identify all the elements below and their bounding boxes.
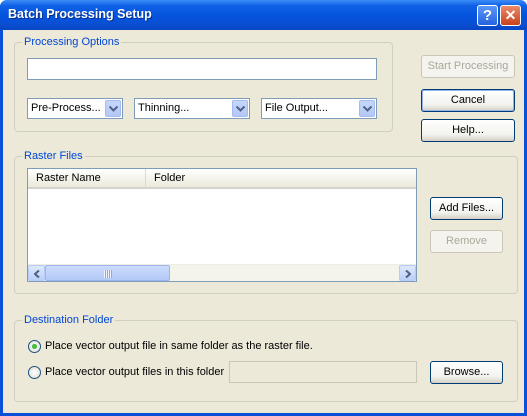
thinning-select[interactable]: Thinning... — [134, 98, 250, 119]
dialog-client: Processing Options Pre-Process... Thinni… — [3, 30, 524, 413]
chevron-down-icon[interactable] — [232, 100, 248, 117]
grip-icon — [103, 270, 112, 278]
column-header-raster-name[interactable]: Raster Name — [28, 169, 146, 187]
window-title: Batch Processing Setup — [8, 7, 152, 21]
thinning-select-value: Thinning... — [138, 102, 190, 114]
chevron-down-icon[interactable] — [359, 100, 375, 117]
radio-same-folder-label[interactable]: Place vector output file in same folder … — [45, 340, 313, 352]
pre-process-select-value: Pre-Process... — [31, 102, 101, 114]
cancel-button[interactable]: Cancel — [421, 89, 515, 112]
column-header-folder[interactable]: Folder — [146, 169, 416, 187]
radio-this-folder[interactable] — [28, 366, 41, 379]
add-files-button[interactable]: Add Files... — [430, 197, 503, 220]
list-header: Raster Name Folder — [28, 169, 416, 189]
horizontal-scrollbar[interactable] — [28, 264, 416, 281]
processing-options-label: Processing Options — [22, 36, 122, 48]
radio-selected-dot — [32, 344, 37, 349]
chevron-down-icon[interactable] — [105, 100, 121, 117]
help-button[interactable]: Help... — [421, 119, 515, 142]
file-output-select-value: File Output... — [265, 102, 328, 114]
radio-this-folder-label[interactable]: Place vector output files in this folder — [45, 366, 224, 378]
raster-files-label: Raster Files — [22, 150, 85, 162]
destination-folder-field[interactable] — [229, 361, 417, 383]
destination-folder-label: Destination Folder — [22, 314, 116, 326]
processing-options-field[interactable] — [27, 58, 377, 80]
help-icon[interactable]: ? — [477, 5, 498, 26]
raster-files-list[interactable]: Raster Name Folder — [27, 168, 417, 282]
browse-button[interactable]: Browse... — [430, 361, 503, 384]
scroll-left-icon[interactable] — [28, 265, 45, 281]
dialog-window: Batch Processing Setup ? ✕ Processing Op… — [0, 0, 527, 416]
remove-button[interactable]: Remove — [430, 230, 503, 253]
scroll-right-icon[interactable] — [399, 265, 416, 281]
start-processing-button[interactable]: Start Processing — [421, 55, 515, 78]
titlebar[interactable]: Batch Processing Setup ? ✕ — [0, 0, 527, 30]
scrollbar-thumb[interactable] — [45, 265, 170, 281]
radio-same-folder[interactable] — [28, 340, 41, 353]
file-output-select[interactable]: File Output... — [261, 98, 377, 119]
close-icon[interactable]: ✕ — [500, 5, 521, 26]
pre-process-select[interactable]: Pre-Process... — [27, 98, 123, 119]
